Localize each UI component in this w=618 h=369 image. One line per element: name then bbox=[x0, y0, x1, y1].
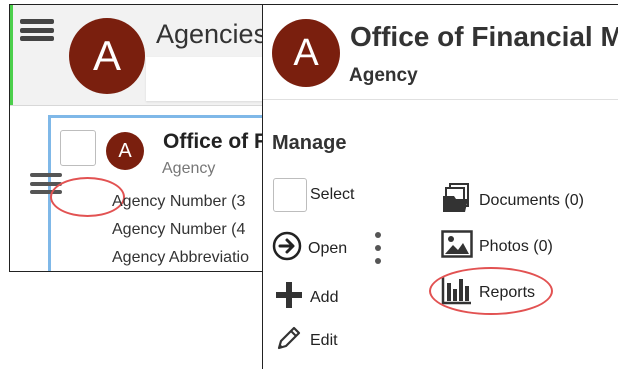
card-name[interactable]: Office of F bbox=[163, 130, 267, 154]
edit-label: Edit bbox=[310, 331, 338, 349]
accent-bar bbox=[10, 5, 13, 105]
menu-title: Office of Financial M bbox=[350, 21, 618, 52]
documents-menu-item[interactable]: Documents (0) bbox=[441, 182, 584, 219]
card-details: Agency Number (3 Agency Number (4 Agency… bbox=[112, 192, 249, 271]
select-checkbox[interactable] bbox=[273, 178, 307, 212]
select-menu-item[interactable]: Select bbox=[273, 178, 354, 212]
card-avatar: A bbox=[106, 132, 144, 170]
menu-avatar: A bbox=[272, 19, 340, 87]
context-menu-panel: A Office of Financial M Agency Manage Se… bbox=[262, 4, 618, 369]
arrow-circle-right-icon bbox=[272, 231, 302, 266]
select-label: Select bbox=[310, 186, 355, 203]
card-detail-line: Agency Number (4 bbox=[112, 221, 246, 238]
hamburger-icon[interactable] bbox=[20, 19, 54, 41]
avatar: A bbox=[69, 18, 145, 94]
edit-menu-item[interactable]: Edit bbox=[274, 323, 338, 358]
open-label: Open bbox=[308, 239, 348, 257]
photos-menu-item[interactable]: Photos (0) bbox=[441, 230, 553, 263]
reports-highlight-oval bbox=[429, 267, 553, 315]
card-type: Agency bbox=[162, 160, 216, 177]
photo-icon bbox=[441, 230, 473, 263]
manage-section-label: Manage bbox=[272, 132, 347, 154]
add-label: Add bbox=[310, 288, 339, 306]
documents-icon bbox=[441, 182, 473, 219]
menu-header: A Office of Financial M Agency bbox=[263, 5, 618, 100]
card-checkbox[interactable] bbox=[60, 130, 96, 166]
kebab-menu-icon[interactable] bbox=[374, 232, 382, 264]
title-strip bbox=[146, 57, 268, 101]
page-title: Agencies bbox=[156, 19, 268, 49]
documents-label: Documents (0) bbox=[479, 191, 584, 209]
menu-subtitle: Agency bbox=[349, 65, 418, 86]
open-menu-item[interactable]: Open bbox=[272, 231, 347, 266]
card-detail-line: Agency Abbreviatio bbox=[112, 249, 249, 266]
pencil-icon bbox=[274, 323, 304, 358]
photos-label: Photos (0) bbox=[479, 237, 553, 255]
card-detail-line: Agency Number (3 bbox=[112, 193, 246, 210]
agencies-list-screenshot: A Agencies A Office of F Agency Agency N… bbox=[9, 4, 269, 272]
add-menu-item[interactable]: Add bbox=[274, 280, 338, 315]
plus-icon bbox=[274, 280, 304, 315]
app-header: A Agencies bbox=[10, 5, 268, 106]
